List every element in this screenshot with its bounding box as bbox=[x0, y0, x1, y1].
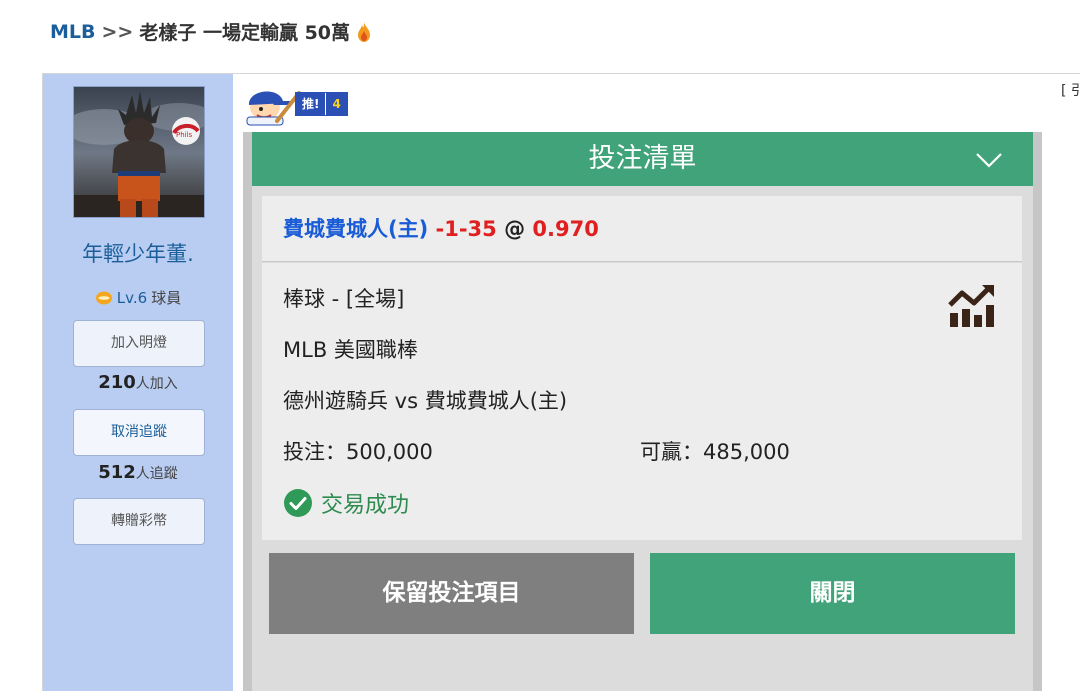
stake-amount: 投注：500,000 bbox=[283, 440, 433, 464]
selection-team: 費城費城人(主) bbox=[283, 217, 429, 241]
chevron-down-icon[interactable] bbox=[975, 146, 1003, 174]
level-coin-icon bbox=[95, 291, 112, 304]
selection-line: -1-35 bbox=[435, 217, 497, 241]
bet-detail-panel: 棒球 - [全場] MLB 美國職棒 德州遊騎兵 vs 費城費城人(主) 投注：… bbox=[262, 263, 1022, 540]
check-circle-icon bbox=[284, 489, 312, 517]
forum-link[interactable]: MLB bbox=[50, 21, 96, 43]
bet-slip: 投注清單 費城費城人(主) -1-35 @ 0.970 棒球 - [全場] ML… bbox=[243, 132, 1042, 691]
push-label: 推! bbox=[296, 93, 326, 115]
push-count: 4 bbox=[325, 93, 347, 115]
thread-title: MLB >> 老樣子 一場定輸贏 50萬 bbox=[50, 18, 372, 45]
author-sidebar: Phils 年輕少年董. Lv.6 球員 加入明燈 210人加入 取消追蹤 51… bbox=[43, 74, 233, 691]
push-badge[interactable]: 推! 4 bbox=[243, 85, 348, 127]
quote-link[interactable]: [ 引 bbox=[1061, 80, 1080, 100]
follow-light-count: 210人加入 bbox=[43, 372, 233, 393]
league-name: MLB 美國職棒 bbox=[283, 338, 418, 362]
breadcrumb-separator: >> bbox=[101, 20, 134, 43]
user-level: Lv.6 球員 bbox=[43, 287, 233, 308]
push-mascot-icon bbox=[246, 91, 301, 126]
selection-odds: 0.970 bbox=[532, 217, 599, 241]
bet-slip-body: 費城費城人(主) -1-35 @ 0.970 棒球 - [全場] MLB 美國職… bbox=[252, 186, 1033, 691]
unfollow-button[interactable]: 取消追蹤 bbox=[73, 409, 205, 456]
tracking-suffix: 人追蹤 bbox=[135, 466, 178, 482]
selection-at: @ bbox=[504, 217, 526, 241]
stats-chart-icon[interactable] bbox=[946, 283, 998, 327]
gift-coins-button[interactable]: 轉贈彩幣 bbox=[73, 498, 205, 545]
svg-text:Phils: Phils bbox=[176, 131, 193, 139]
payout-amount: 可贏：485,000 bbox=[640, 440, 790, 464]
follow-light-suffix: 人加入 bbox=[135, 376, 178, 392]
rank-text: 球員 bbox=[151, 289, 182, 307]
bet-slip-header: 投注清單 bbox=[252, 132, 1033, 186]
level-text: Lv.6 bbox=[116, 288, 148, 307]
push-box[interactable]: 推! 4 bbox=[295, 92, 348, 116]
tracking-count: 512人追蹤 bbox=[43, 462, 233, 483]
selection-row: 費城費城人(主) -1-35 @ 0.970 bbox=[262, 196, 1022, 262]
close-button[interactable]: 關閉 bbox=[650, 553, 1015, 634]
status-text: 交易成功 bbox=[321, 493, 410, 518]
tracking-number: 512 bbox=[98, 462, 136, 483]
transaction-status: 交易成功 bbox=[283, 487, 409, 519]
username[interactable]: 年輕少年董. bbox=[43, 238, 233, 268]
sport-type: 棒球 - [全場] bbox=[283, 287, 405, 311]
avatar[interactable]: Phils bbox=[73, 86, 205, 218]
thread-title-text: 老樣子 一場定輸贏 50萬 bbox=[139, 22, 351, 44]
keep-selections-button[interactable]: 保留投注項目 bbox=[269, 553, 634, 634]
follow-light-number: 210 bbox=[98, 372, 136, 393]
matchup: 德州遊騎兵 vs 費城費城人(主) bbox=[283, 389, 568, 413]
follow-light-button[interactable]: 加入明燈 bbox=[73, 320, 205, 367]
bet-slip-title: 投注清單 bbox=[588, 143, 697, 174]
avatar-image: Phils bbox=[74, 87, 204, 217]
flame-icon bbox=[358, 21, 371, 42]
